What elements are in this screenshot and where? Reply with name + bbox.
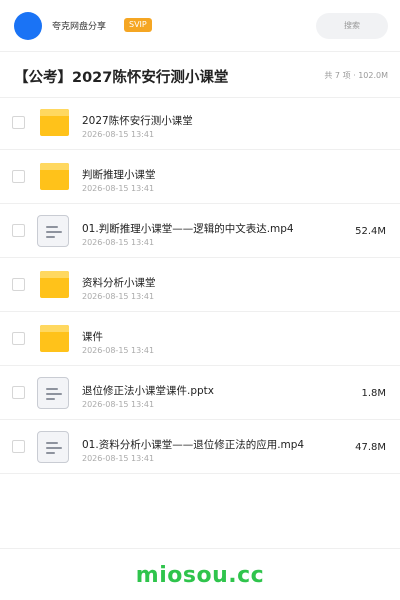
file-row[interactable]: 01.资料分析小课堂——退位修正法的应用.mp4 2026-08-15 13:41… (0, 420, 400, 474)
username: 夸克网盘分享 (52, 22, 107, 32)
file-date: 2026-08-15 13:41 (82, 292, 155, 301)
document-icon (37, 377, 71, 411)
avatar[interactable] (14, 12, 42, 40)
file-row[interactable]: 资料分析小课堂 2026-08-15 13:41 (0, 258, 400, 312)
file-name: 2027陈怀安行测小课堂 (82, 115, 193, 127)
row-checkbox[interactable] (12, 224, 25, 237)
folder-icon (37, 161, 71, 195)
row-checkbox[interactable] (12, 170, 25, 183)
file-row[interactable]: 课件 2026-08-15 13:41 (0, 312, 400, 366)
folder-icon (37, 323, 71, 357)
file-name: 01.判断推理小课堂——逻辑的中文表达.mp4 (82, 223, 294, 235)
folder-icon (37, 269, 71, 303)
file-name: 01.资料分析小课堂——退位修正法的应用.mp4 (82, 439, 305, 451)
row-checkbox[interactable] (12, 278, 25, 291)
row-checkbox[interactable] (12, 116, 25, 129)
document-icon (37, 431, 71, 465)
brand-watermark: miosou.cc (135, 563, 265, 588)
file-list: 2027陈怀安行测小课堂 2026-08-15 13:41 判断推理小课堂 2026-… (0, 96, 400, 474)
file-name: 退位修正法小课堂课件.pptx (82, 385, 214, 397)
row-checkbox[interactable] (12, 440, 25, 453)
file-name: 判断推理小课堂 (82, 169, 156, 181)
row-checkbox[interactable] (12, 386, 25, 399)
file-row[interactable]: 退位修正法小课堂课件.pptx 2026-08-15 13:41 1.8M (0, 366, 400, 420)
file-date: 2026-08-15 13:41 (82, 184, 155, 193)
search-input[interactable]: 搜索 (316, 13, 388, 39)
top-bar: 夸克网盘分享 SVIP 搜索 (0, 0, 400, 52)
folder-icon (37, 107, 71, 141)
footer: miosou.cc (0, 548, 400, 600)
document-icon (37, 215, 71, 249)
file-date: 2026-08-15 13:41 (82, 454, 155, 463)
file-date: 2026-08-15 13:41 (82, 130, 155, 139)
item-summary: 共 7 项 · 102.0M (324, 71, 388, 80)
row-checkbox[interactable] (12, 332, 25, 345)
file-name: 资料分析小课堂 (82, 277, 156, 289)
svip-badge: SVIP (124, 18, 152, 32)
file-row[interactable]: 2027陈怀安行测小课堂 2026-08-15 13:41 (0, 96, 400, 150)
file-date: 2026-08-15 13:41 (82, 346, 155, 355)
file-row[interactable]: 判断推理小课堂 2026-08-15 13:41 (0, 150, 400, 204)
file-size: 1.8M (361, 388, 386, 399)
file-date: 2026-08-15 13:41 (82, 400, 155, 409)
file-row[interactable]: 01.判断推理小课堂——逻辑的中文表达.mp4 2026-08-15 13:41 5… (0, 204, 400, 258)
file-name: 课件 (82, 331, 103, 343)
file-size: 47.8M (355, 442, 386, 453)
file-size: 52.4M (355, 226, 386, 237)
file-date: 2026-08-15 13:41 (82, 238, 155, 247)
page-title: 【公考】2027陈怀安行测小课堂 (14, 70, 229, 86)
folder-header: 【公考】2027陈怀安行测小课堂 共 7 项 · 102.0M (0, 52, 400, 98)
